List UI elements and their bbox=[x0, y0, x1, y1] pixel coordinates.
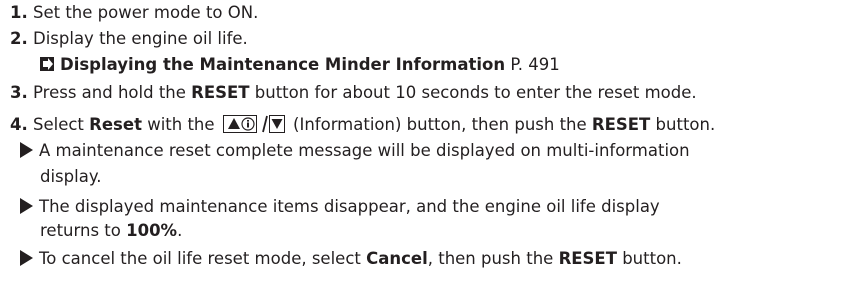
step-text-pre: Press and hold the bbox=[33, 83, 192, 102]
reset-button-label: RESET bbox=[558, 249, 617, 268]
instruction-page: 1. Set the power mode to ON. 2. Display … bbox=[0, 0, 856, 301]
step-text-post: button. bbox=[650, 115, 716, 134]
reset-button-label: RESET bbox=[591, 115, 651, 134]
reference-page: P. 491 bbox=[510, 55, 560, 74]
step-text-mid: with the bbox=[141, 115, 220, 134]
substep-text: display. bbox=[40, 167, 102, 186]
step-1: 1. Set the power mode to ON. bbox=[10, 0, 258, 26]
substep-2: The displayed maintenance items disappea… bbox=[20, 194, 660, 220]
triangle-bullet-icon bbox=[20, 198, 33, 214]
step-4: 4. Select Reset with the (Information) b… bbox=[10, 112, 715, 141]
substep-text: . bbox=[177, 221, 183, 240]
step-text: Display the engine oil life. bbox=[33, 29, 248, 48]
substep-text: To cancel the oil life reset mode, selec… bbox=[39, 249, 367, 268]
substep-text: The displayed maintenance items disappea… bbox=[39, 197, 660, 216]
substep-text: , then push the bbox=[427, 249, 559, 268]
triangle-bullet-icon bbox=[20, 142, 33, 158]
cancel-option-label: Cancel bbox=[366, 249, 428, 268]
step-number: 3. bbox=[10, 83, 28, 102]
step-text-pre: Select bbox=[33, 115, 90, 134]
reset-button-label: RESET bbox=[191, 83, 250, 102]
substep-text: returns to bbox=[40, 221, 127, 240]
reset-option-label: Reset bbox=[89, 115, 142, 134]
substep-1-continuation: display. bbox=[40, 164, 101, 190]
step-number: 4. bbox=[10, 115, 28, 134]
step-text-post: button for about 10 seconds to enter the… bbox=[249, 83, 697, 102]
substep-3: To cancel the oil life reset mode, selec… bbox=[20, 246, 682, 272]
triangle-bullet-icon bbox=[20, 250, 33, 266]
cross-reference-link[interactable]: Displaying the Maintenance Minder Inform… bbox=[40, 52, 560, 78]
step-3: 3. Press and hold the RESET button for a… bbox=[10, 80, 697, 106]
substep-2-continuation: returns to 100%. bbox=[40, 218, 182, 244]
reference-title: Displaying the Maintenance Minder Inform… bbox=[60, 55, 506, 74]
step-2: 2. Display the engine oil life. bbox=[10, 26, 248, 52]
substep-1: A maintenance reset complete message wil… bbox=[20, 138, 690, 164]
step-text: Set the power mode to ON. bbox=[33, 3, 259, 22]
step-text-suffix: (Information) button, then push the bbox=[287, 115, 592, 134]
step-number: 2. bbox=[10, 29, 28, 48]
reference-arrow-icon bbox=[40, 57, 54, 71]
substep-text: button. bbox=[616, 249, 682, 268]
oil-life-value: 100% bbox=[126, 221, 178, 240]
step-number: 1. bbox=[10, 3, 28, 22]
substep-text: A maintenance reset complete message wil… bbox=[39, 141, 690, 160]
